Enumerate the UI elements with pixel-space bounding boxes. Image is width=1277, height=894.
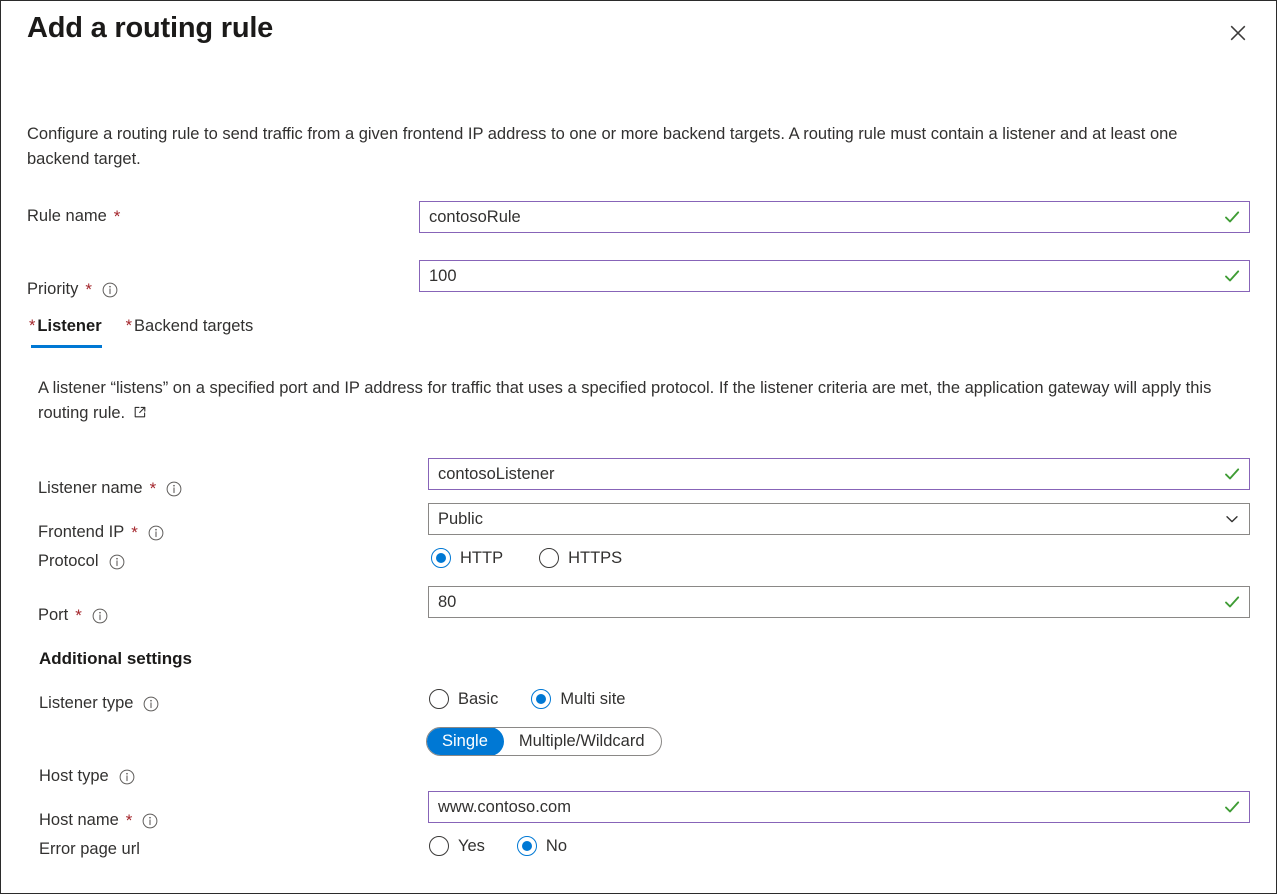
error-page-url-option-yes[interactable]: Yes [429,836,485,856]
rule-name-input[interactable]: contosoRule [419,201,1250,233]
info-icon[interactable] [148,525,164,541]
add-routing-rule-panel: Add a routing rule Configure a routing r… [0,0,1277,894]
required-asterisk: * [85,281,92,298]
host-name-value: www.contoso.com [438,798,1217,817]
intro-description: Configure a routing rule to send traffic… [27,122,1207,172]
radio-indicator [429,836,449,856]
protocol-option-http[interactable]: HTTP [431,548,503,568]
required-asterisk: * [114,208,121,225]
listener-type-label-text: Listener type [39,694,133,713]
chevron-down-icon[interactable] [1223,510,1241,528]
frontend-ip-label: Frontend IP * [38,523,164,542]
listener-name-input[interactable]: contosoListener [428,458,1250,490]
error-page-url-option-no[interactable]: No [517,836,567,856]
listener-type-option-multi-site[interactable]: Multi site [531,689,625,709]
radio-indicator [517,836,537,856]
info-icon[interactable] [119,769,135,785]
tab-backend-targets-label: Backend targets [134,317,253,335]
port-input[interactable]: 80 [428,586,1250,618]
priority-input[interactable]: 100 [419,260,1250,292]
listener-type-option-basic-label: Basic [458,690,498,709]
valid-check-icon [1223,465,1241,483]
tab-required-asterisk: * [29,317,35,335]
page-title: Add a routing rule [27,12,273,45]
listener-name-value: contosoListener [438,465,1217,484]
valid-check-icon [1223,593,1241,611]
error-page-url-option-yes-label: Yes [458,837,485,856]
priority-label-text: Priority [27,280,78,299]
external-link-icon[interactable] [133,402,147,427]
protocol-radio-group: HTTP HTTPS [431,548,622,568]
frontend-ip-select[interactable]: Public [428,503,1250,535]
rule-name-label-text: Rule name [27,207,107,226]
frontend-ip-value: Public [438,510,1217,529]
host-name-input[interactable]: www.contoso.com [428,791,1250,823]
listener-type-label: Listener type [39,694,159,713]
error-page-url-radio-group: Yes No [429,836,567,856]
info-icon[interactable] [102,282,118,298]
priority-label: Priority * [27,280,118,299]
protocol-option-http-label: HTTP [460,549,503,568]
rule-name-label: Rule name * [27,207,120,226]
tab-list: *Listener *Backend targets [29,317,253,348]
listener-type-option-basic[interactable]: Basic [429,689,498,709]
radio-indicator [429,689,449,709]
radio-indicator [539,548,559,568]
listener-description-text: A listener “listens” on a specified port… [38,379,1211,422]
host-name-label: Host name * [39,811,158,830]
additional-settings-heading: Additional settings [39,649,192,669]
valid-check-icon [1223,267,1241,285]
listener-name-label: Listener name * [38,479,182,498]
host-type-label: Host type [39,767,135,786]
protocol-option-https-label: HTTPS [568,549,622,568]
tab-listener-label: Listener [37,317,101,335]
rule-name-value: contosoRule [429,208,1217,227]
info-icon[interactable] [143,696,159,712]
port-label-text: Port [38,606,68,625]
info-icon[interactable] [92,608,108,624]
required-asterisk: * [126,812,133,829]
host-type-option-single[interactable]: Single [426,727,504,756]
valid-check-icon [1223,208,1241,226]
listener-type-option-multi-site-label: Multi site [560,690,625,709]
info-icon[interactable] [166,481,182,497]
listener-name-label-text: Listener name [38,479,143,498]
tab-listener[interactable]: *Listener [29,317,102,348]
protocol-option-https[interactable]: HTTPS [539,548,622,568]
priority-value: 100 [429,267,1217,286]
tab-required-asterisk: * [126,317,132,335]
error-page-url-label: Error page url [39,840,140,859]
frontend-ip-label-text: Frontend IP [38,523,124,542]
error-page-url-label-text: Error page url [39,840,140,859]
radio-indicator [431,548,451,568]
error-page-url-option-no-label: No [546,837,567,856]
listener-type-radio-group: Basic Multi site [429,689,625,709]
info-icon[interactable] [109,554,125,570]
host-type-option-multiple-wildcard[interactable]: Multiple/Wildcard [503,728,661,755]
host-name-label-text: Host name [39,811,119,830]
radio-indicator [531,689,551,709]
required-asterisk: * [150,480,157,497]
protocol-label: Protocol [38,552,125,571]
protocol-label-text: Protocol [38,552,99,571]
required-asterisk: * [131,524,138,541]
required-asterisk: * [75,607,82,624]
host-type-label-text: Host type [39,767,109,786]
tab-backend-targets[interactable]: *Backend targets [126,317,254,348]
host-type-toggle: Single Multiple/Wildcard [426,727,662,756]
port-label: Port * [38,606,108,625]
close-icon[interactable] [1222,17,1254,49]
listener-description: A listener “listens” on a specified port… [38,376,1243,427]
valid-check-icon [1223,798,1241,816]
port-value: 80 [438,593,1217,612]
info-icon[interactable] [142,813,158,829]
